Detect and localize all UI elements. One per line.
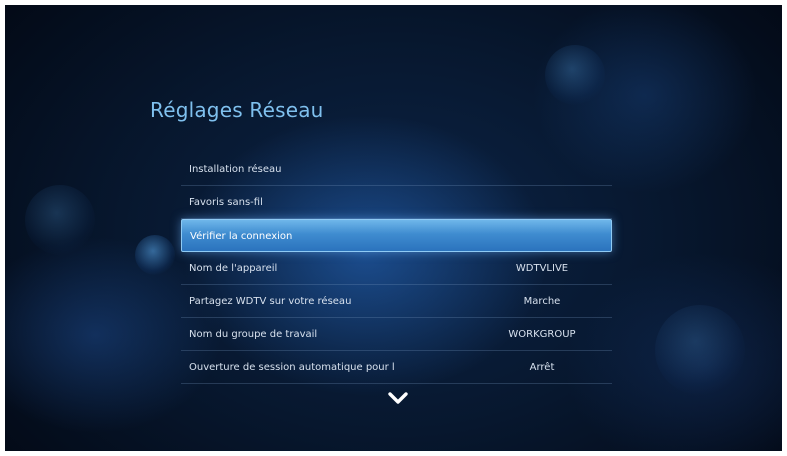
menu-item-value: WORKGROUP	[508, 329, 576, 340]
menu-item-label: Nom du groupe de travail	[189, 329, 318, 340]
page-title: Réglages Réseau	[150, 98, 324, 122]
background-orb	[545, 45, 605, 105]
menu-item-label: Favoris sans-fil	[189, 197, 263, 208]
screen-frame: Réglages Réseau Installation réseau Favo…	[5, 5, 782, 451]
network-settings-menu: Installation réseau Favoris sans-fil Vér…	[181, 153, 612, 384]
menu-item-favoris-sans-fil[interactable]: Favoris sans-fil	[181, 186, 612, 219]
menu-item-partagez-wdtv[interactable]: Partagez WDTV sur votre réseau Marche	[181, 285, 612, 318]
menu-item-groupe-travail[interactable]: Nom du groupe de travail WORKGROUP	[181, 318, 612, 351]
menu-item-label: Nom de l'appareil	[189, 263, 278, 274]
background-orb	[25, 185, 95, 255]
menu-item-label: Installation réseau	[189, 164, 282, 175]
menu-item-label: Partagez WDTV sur votre réseau	[189, 296, 352, 307]
background-orb	[655, 305, 745, 395]
menu-item-nom-appareil[interactable]: Nom de l'appareil WDTVLIVE	[181, 252, 612, 285]
menu-item-value: Marche	[523, 296, 561, 307]
menu-item-verifier-connexion[interactable]: Vérifier la connexion	[181, 219, 612, 252]
menu-item-value: WDTVLIVE	[515, 263, 569, 274]
menu-item-label: Vérifier la connexion	[190, 231, 293, 242]
background-orb	[135, 235, 175, 275]
chevron-down-icon[interactable]	[387, 390, 409, 408]
menu-item-installation-reseau[interactable]: Installation réseau	[181, 153, 612, 186]
menu-item-ouverture-session[interactable]: Ouverture de session automatique pour l …	[181, 351, 612, 384]
menu-item-label: Ouverture de session automatique pour l	[189, 362, 395, 373]
menu-item-value: Arrêt	[529, 362, 555, 373]
